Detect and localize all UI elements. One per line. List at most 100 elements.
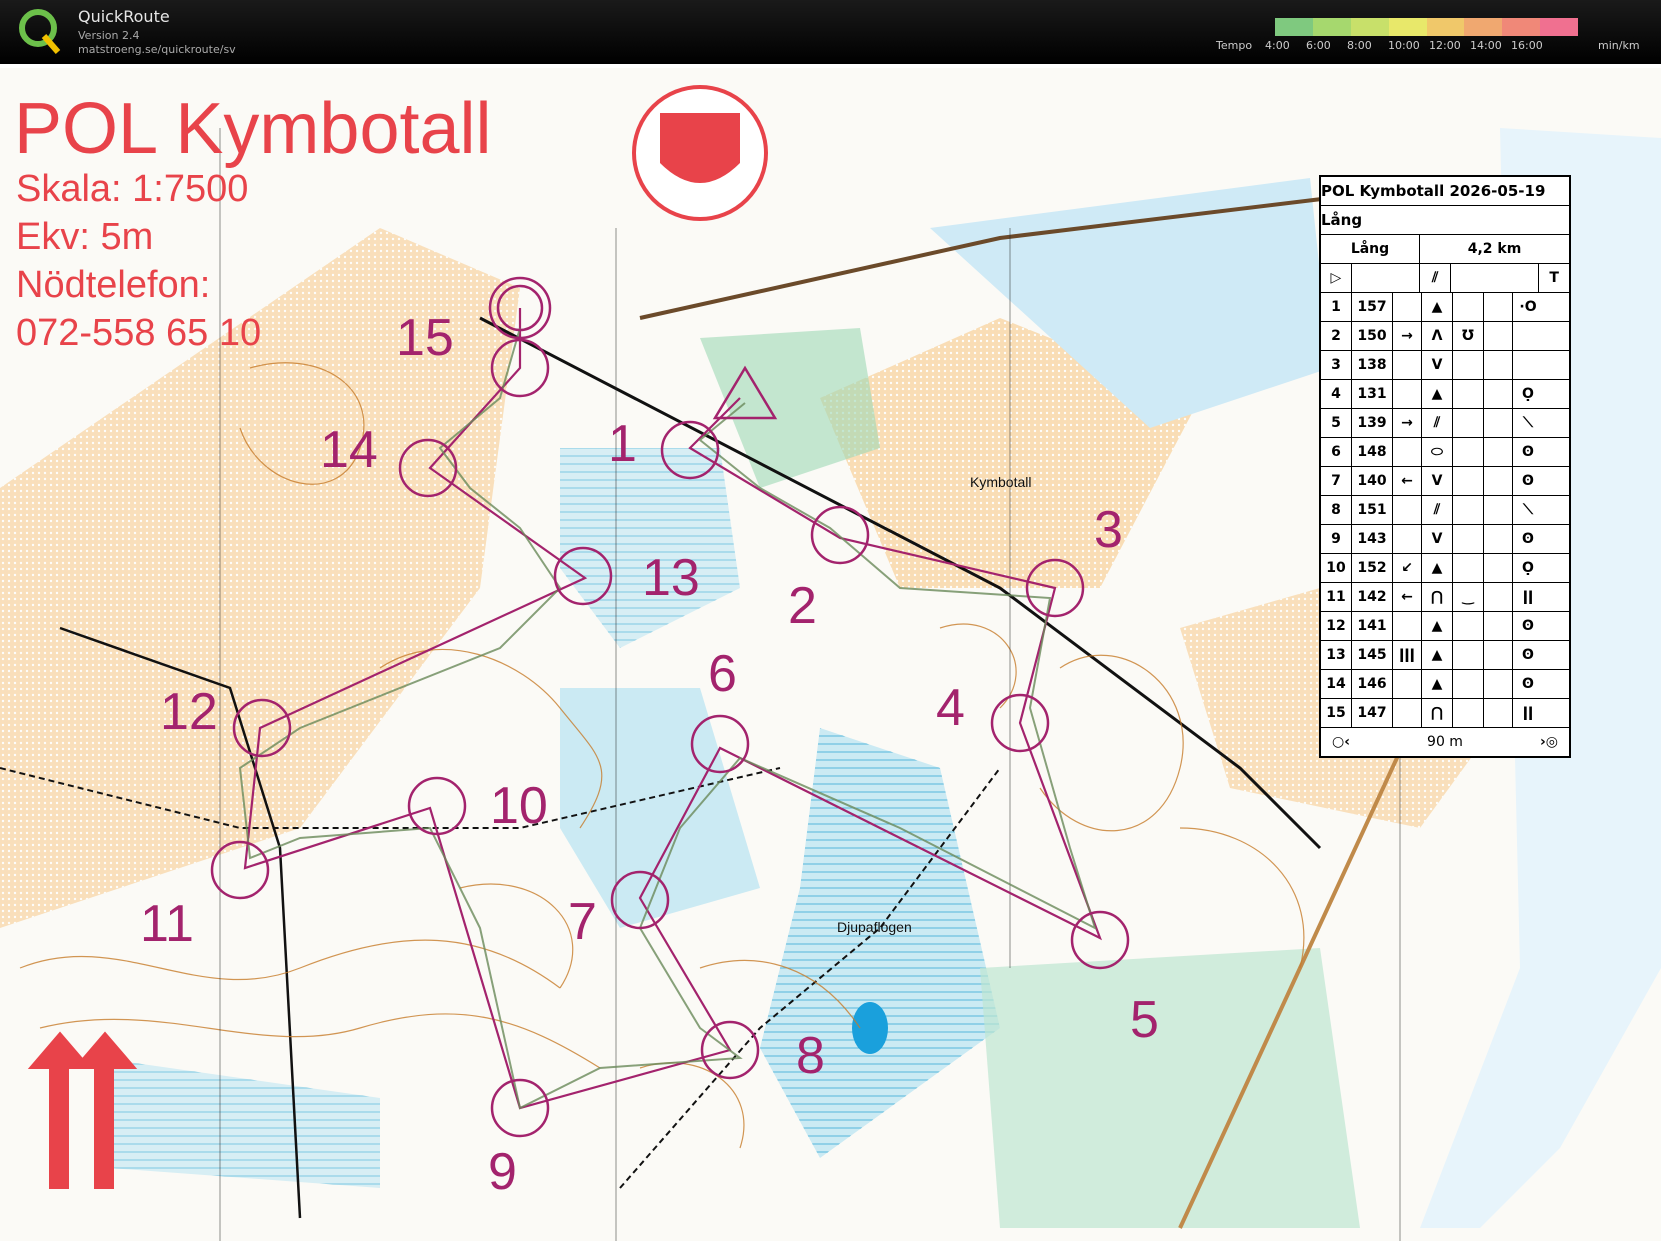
direction-icon: ↙ bbox=[1393, 554, 1422, 582]
legend-row: 1 157 ▲ ·O bbox=[1321, 293, 1569, 322]
finish-distance: 90 m bbox=[1427, 734, 1463, 750]
appearance-icon bbox=[1453, 496, 1484, 524]
legend-title: POL Kymbotall 2026-05-19 bbox=[1321, 182, 1546, 200]
start-triangle-icon: ▷ bbox=[1321, 264, 1352, 292]
tempo-label: Tempo bbox=[1216, 39, 1253, 52]
control-code: 138 bbox=[1352, 351, 1393, 379]
control-description-sheet: POL Kymbotall 2026-05-19 Lång Lång 4,2 k… bbox=[1319, 175, 1571, 758]
direction-icon: ǀǀǀ bbox=[1393, 641, 1422, 669]
legend-row: 2 150 → Λ Ʊ bbox=[1321, 322, 1569, 351]
map-scale: Skala: 1:7500 bbox=[16, 168, 249, 210]
appearance-icon bbox=[1453, 409, 1484, 437]
control-number: 15 bbox=[396, 309, 454, 367]
control-number: 8 bbox=[796, 1027, 825, 1085]
legend-row: 4 131 ▲ Ọ bbox=[1321, 380, 1569, 409]
legend-row: 10 152 ↙ ▲ Ọ bbox=[1321, 554, 1569, 583]
tempo-color-swatch bbox=[1426, 18, 1465, 36]
legend-row: 5 139 → ⫽ ⟍ bbox=[1321, 409, 1569, 438]
legend-start-row: ▷ ⫽ T bbox=[1321, 264, 1569, 293]
feature-icon: V bbox=[1422, 525, 1453, 553]
appearance-icon bbox=[1453, 612, 1484, 640]
tempo-color-swatch bbox=[1388, 18, 1427, 36]
control-code: 142 bbox=[1352, 583, 1393, 611]
orienteering-map[interactable]: POL Kymbotall Skala: 1:7500 Ekv: 5m Nödt… bbox=[0, 68, 1661, 1241]
control-number: 9 bbox=[488, 1143, 517, 1201]
control-code: 141 bbox=[1352, 612, 1393, 640]
feature-icon: ⋂ bbox=[1422, 583, 1453, 611]
appearance-icon: ‿ bbox=[1453, 583, 1484, 611]
control-code: 146 bbox=[1352, 670, 1393, 698]
tempo-tick: 6:00 bbox=[1306, 39, 1331, 52]
location-icon: Ọ bbox=[1522, 386, 1534, 402]
control-order: 15 bbox=[1321, 699, 1352, 727]
feature-icon: ▲ bbox=[1422, 670, 1453, 698]
control-code: 152 bbox=[1352, 554, 1393, 582]
blank bbox=[1484, 438, 1513, 466]
appearance-icon bbox=[1453, 525, 1484, 553]
app-version: Version 2.4 bbox=[78, 29, 140, 42]
blank bbox=[1484, 699, 1513, 727]
blank bbox=[1484, 322, 1513, 350]
control-number: 11 bbox=[140, 895, 194, 953]
blank bbox=[1484, 496, 1513, 524]
control-number: 13 bbox=[642, 549, 700, 607]
location-icon: ʘ bbox=[1522, 676, 1534, 692]
direction-icon bbox=[1393, 351, 1422, 379]
feature-icon: ▲ bbox=[1422, 612, 1453, 640]
tempo-tick: 14:00 bbox=[1470, 39, 1502, 52]
emergency-phone-label: Nödtelefon: bbox=[16, 264, 211, 306]
app-title: QuickRoute bbox=[78, 7, 170, 26]
control-code: 157 bbox=[1352, 293, 1393, 321]
control-number: 14 bbox=[320, 421, 378, 479]
location-icon: ⟍ bbox=[1523, 502, 1533, 518]
control-order: 5 bbox=[1321, 409, 1352, 437]
location-icon: ǀǀ bbox=[1522, 589, 1534, 605]
direction-icon bbox=[1393, 293, 1422, 321]
control-order: 2 bbox=[1321, 322, 1352, 350]
location-icon: ʘ bbox=[1522, 647, 1534, 663]
direction-icon bbox=[1393, 380, 1422, 408]
legend-course: Lång bbox=[1321, 235, 1420, 263]
control-number: 3 bbox=[1094, 501, 1123, 559]
tempo-color-swatch bbox=[1312, 18, 1351, 36]
location-icon: ʘ bbox=[1522, 473, 1534, 489]
direction-icon: ← bbox=[1393, 467, 1422, 495]
control-order: 3 bbox=[1321, 351, 1352, 379]
location-icon: Ọ bbox=[1522, 560, 1534, 576]
blank bbox=[1484, 351, 1513, 379]
location-icon: ǀǀ bbox=[1522, 705, 1534, 721]
control-number: 10 bbox=[490, 777, 548, 835]
legend-row: 3 138 V bbox=[1321, 351, 1569, 380]
control-order: 14 bbox=[1321, 670, 1352, 698]
feature-icon: ▲ bbox=[1422, 554, 1453, 582]
direction-icon bbox=[1393, 438, 1422, 466]
legend-length: 4,2 km bbox=[1467, 241, 1522, 257]
map-title: POL Kymbotall bbox=[14, 89, 492, 169]
place-label-kymbotall: Kymbotall bbox=[970, 474, 1032, 490]
map-equidistance: Ekv: 5m bbox=[16, 216, 154, 258]
location-icon bbox=[1513, 351, 1543, 379]
appearance-icon bbox=[1453, 699, 1484, 727]
blank bbox=[1484, 612, 1513, 640]
legend-row: 7 140 ← Vʘ bbox=[1321, 467, 1569, 496]
feature-icon: V bbox=[1422, 351, 1453, 379]
direction-icon: → bbox=[1393, 322, 1422, 350]
control-number: 6 bbox=[708, 645, 737, 703]
appearance-icon bbox=[1453, 293, 1484, 321]
app-url[interactable]: matstroeng.se/quickroute/sv bbox=[78, 43, 236, 56]
control-order: 11 bbox=[1321, 583, 1352, 611]
control-number: 2 bbox=[788, 577, 817, 635]
control-order: 1 bbox=[1321, 293, 1352, 321]
quickroute-logo-icon bbox=[19, 9, 61, 54]
legend-row: 6 148 ⬭ ʘ bbox=[1321, 438, 1569, 467]
blank bbox=[1484, 583, 1513, 611]
location-icon: ʘ bbox=[1522, 531, 1534, 547]
legend-finish-row: ○‹ 90 m ›◎ bbox=[1321, 728, 1569, 756]
direction-icon bbox=[1393, 670, 1422, 698]
location-icon bbox=[1513, 322, 1543, 350]
legend-row: 9 143 Vʘ bbox=[1321, 525, 1569, 554]
control-order: 13 bbox=[1321, 641, 1352, 669]
feature-icon: ▲ bbox=[1422, 380, 1453, 408]
control-code: 151 bbox=[1352, 496, 1393, 524]
tempo-unit: min/km bbox=[1598, 39, 1640, 52]
